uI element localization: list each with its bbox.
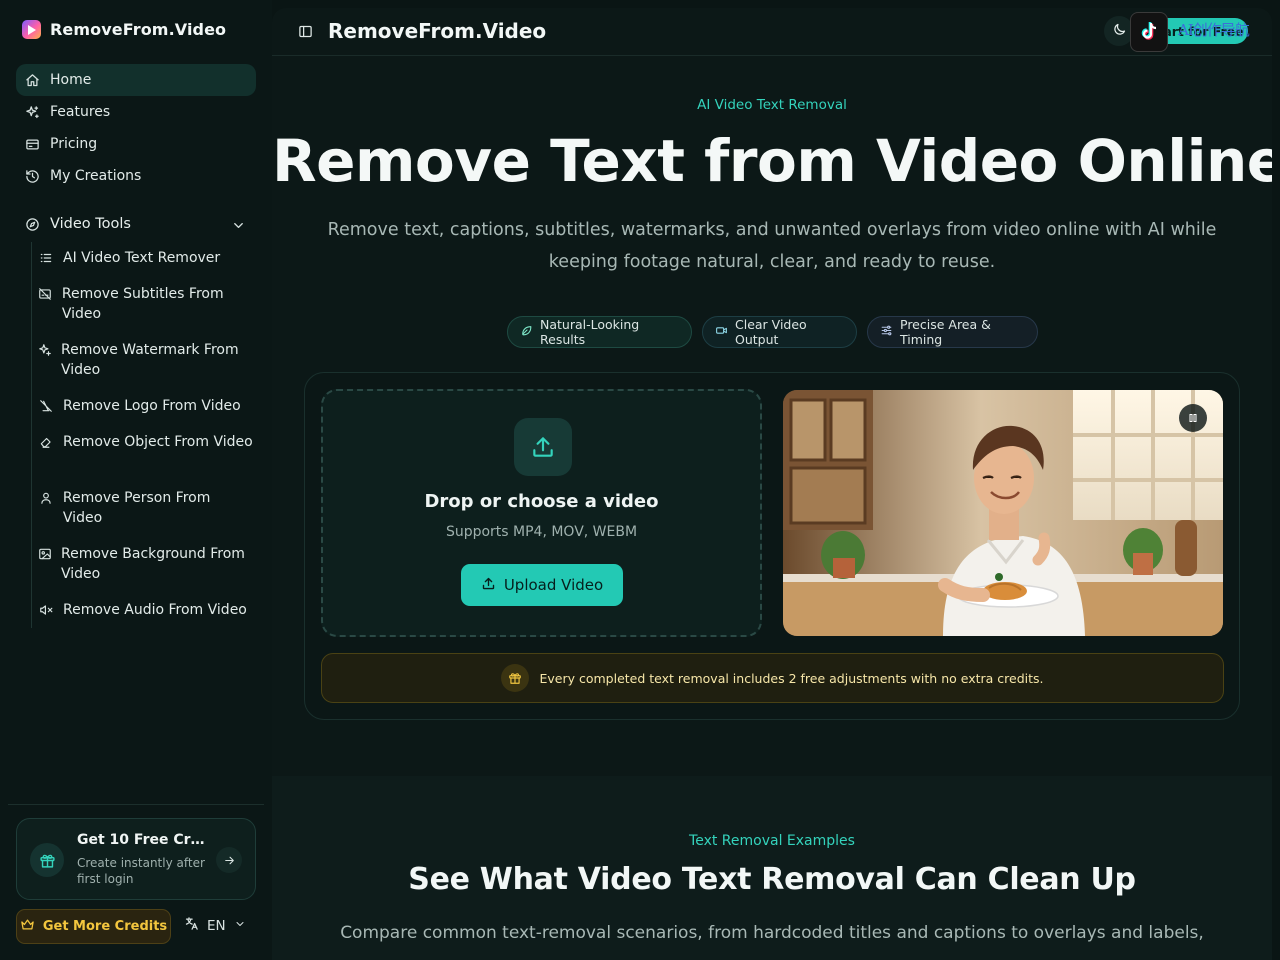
upload-video-button[interactable]: Upload Video [461,564,623,606]
chip-label: Clear Video Output [735,317,807,347]
nav-item-label: Home [50,72,92,88]
gift-icon [30,843,64,877]
video-dropzone[interactable]: Drop or choose a video Supports MP4, MOV… [321,389,762,637]
tool-label: Remove Logo From Video [63,398,241,414]
overlay-watermark-text: AI创作导航 [1178,21,1250,39]
page-title: RemoveFrom.Video [328,19,547,43]
tool-label: Remove Object From Video [63,434,253,450]
captions-off-icon [38,286,53,302]
examples-description: Compare common text-removal scenarios, f… [340,923,1204,943]
pause-icon[interactable] [1179,404,1207,432]
hero-title: Remove Text from Video Online [272,127,1272,195]
dropzone-title: Drop or choose a video [424,491,659,512]
user-icon [38,490,54,506]
hero-description: Remove text, captions, subtitles, waterm… [327,220,1217,272]
gift-icon [501,664,530,692]
tool-remove-subtitles[interactable]: Remove Subtitles From Video [38,284,253,324]
tool-label: Remove Person From Video [62,490,211,526]
tool-ai-video-text-remover[interactable]: AI Video Text Remover [38,248,253,268]
promo-title: Get 10 Free Cred... [77,832,207,848]
feature-chip-natural: Natural-Looking Results [507,316,692,348]
tool-remove-watermark[interactable]: Remove Watermark From Video [38,340,253,380]
examples-kicker: Text Removal Examples [689,833,855,849]
tool-label: Remove Subtitles From Video [61,286,224,322]
tool-label: Remove Audio From Video [63,602,247,618]
brand[interactable]: RemoveFrom.Video [22,20,226,39]
nav-item-home[interactable]: Home [16,64,256,96]
tools-tree-line [31,242,32,628]
volume-off-icon [38,602,54,618]
tool-label: Remove Background From Video [61,546,245,582]
translate-icon [184,916,199,935]
upload-icon [514,418,572,476]
notice-text: Every completed text removal includes 2 … [539,670,1044,686]
supported-formats: Supports MP4, MOV, WEBM [445,524,638,540]
tool-remove-background[interactable]: Remove Background From Video [38,544,253,584]
sliders-icon [880,324,893,340]
sidebar: RemoveFrom.Video Home Features Pricing M… [0,0,272,960]
eraser-icon [38,434,54,450]
compass-icon [24,216,40,232]
card-icon [24,136,40,152]
feature-chip-precise: Precise Area & Timing [867,316,1038,348]
nav-item-label: My Creations [50,168,142,184]
video-camera-icon [715,324,728,340]
top-bar: RemoveFrom.Video Start for Free AI创作导航 [272,8,1272,56]
demo-video-preview[interactable] [783,390,1223,636]
nav-item-pricing[interactable]: Pricing [16,128,256,160]
brand-off-icon [38,398,54,414]
sidebar-toggle-icon[interactable] [298,24,314,40]
examples-section: Text Removal Examples See What Video Tex… [272,776,1272,960]
examples-title: See What Video Text Removal Can Clean Up [408,862,1136,897]
crown-icon [20,917,35,936]
promo-subtitle: Create instantly after first login [77,856,205,886]
tool-label: AI Video Text Remover [63,250,221,266]
free-credits-card[interactable]: Get 10 Free Cred... Create instantly aft… [16,818,256,900]
upload-button-label: Upload Video [503,576,604,594]
leaf-icon [520,324,533,340]
home-icon [24,72,40,88]
tool-label: Remove Watermark From Video [61,342,239,378]
feature-chip-clear: Clear Video Output [702,316,857,348]
main-content: RemoveFrom.Video Start for Free AI创作导航 A… [272,8,1272,960]
video-tools-group-toggle[interactable]: Video Tools [16,208,256,240]
sparkles-icon [24,104,40,120]
nav-item-my-creations[interactable]: My Creations [16,160,256,192]
chip-label: Precise Area & Timing [900,317,991,347]
language-select[interactable]: EN [184,916,246,935]
nav-item-label: Pricing [50,136,98,152]
get-more-credits-button[interactable]: Get More Credits [16,909,171,944]
sparkles-icon [38,342,52,358]
upload-card: Drop or choose a video Supports MP4, MOV… [304,372,1240,720]
tool-remove-object[interactable]: Remove Object From Video [38,432,253,452]
tool-remove-audio[interactable]: Remove Audio From Video [38,600,253,620]
credits-label: Get More Credits [42,919,168,934]
sidebar-divider [8,804,264,805]
moon-icon [1112,22,1127,41]
tiktok-icon[interactable] [1130,12,1168,52]
video-tools-label: Video Tools [50,216,131,232]
tool-remove-person[interactable]: Remove Person From Video [38,488,253,528]
nav-item-features[interactable]: Features [16,96,256,128]
upload-icon [481,576,496,595]
tool-remove-logo[interactable]: Remove Logo From Video [38,396,253,416]
chef-video-frame [783,390,1223,636]
hero-kicker: AI Video Text Removal [697,97,847,113]
image-icon [38,546,52,562]
brand-logo-icon [22,20,41,39]
list-icon [38,250,54,266]
history-icon [24,168,40,184]
chevron-down-icon [230,217,246,233]
chip-label: Natural-Looking Results [540,317,640,347]
nav-item-label: Features [50,104,111,120]
chevron-down-icon [234,918,246,934]
language-value: EN [207,917,226,934]
free-adjustments-notice: Every completed text removal includes 2 … [321,653,1224,703]
brand-name: RemoveFrom.Video [50,20,227,39]
arrow-right-icon[interactable] [216,847,242,873]
